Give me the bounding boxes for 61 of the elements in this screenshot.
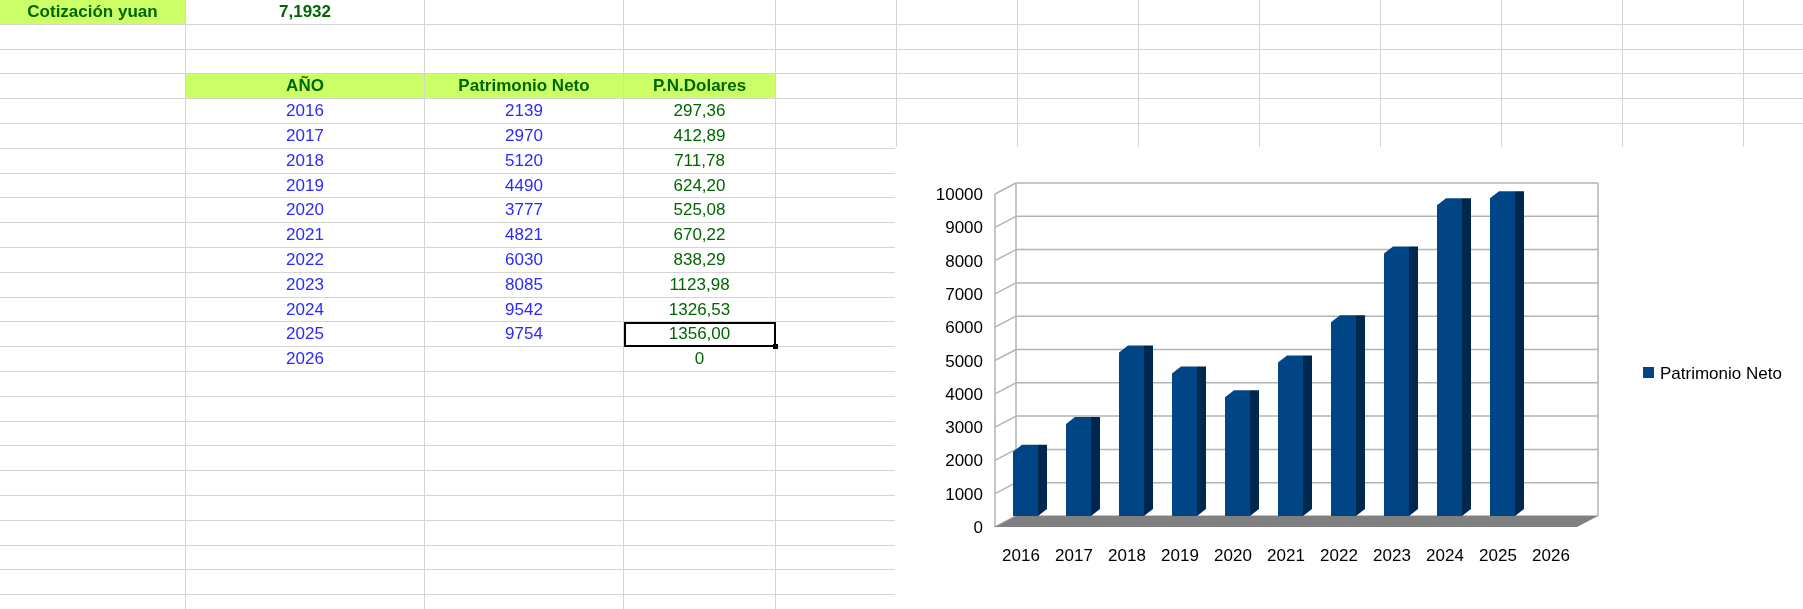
table-cell: 2022 [186, 247, 425, 273]
axis-label: 2019 [1161, 546, 1199, 565]
axis-label: 3000 [945, 418, 983, 438]
table-cell: 3777 [425, 198, 624, 224]
table-cell: 412,89 [624, 124, 776, 149]
table-cell: 2024 [186, 297, 425, 323]
table-cell: 2016 [186, 99, 425, 124]
table-cell: 6030 [425, 247, 624, 273]
table-cell: 2021 [186, 223, 425, 248]
table-cell: 9542 [425, 297, 624, 323]
axis-label: 2026 [1532, 546, 1570, 565]
table-cell: 5120 [425, 148, 624, 174]
column-header: Patrimonio Neto [425, 74, 624, 100]
axis-label: 10000 [935, 185, 983, 204]
sheet-label: Cotización yuan [0, 0, 186, 25]
table-cell: 711,78 [624, 148, 776, 174]
table-cell: 2025 [186, 322, 425, 348]
table-cell: 2970 [425, 124, 624, 149]
axis-label: 0 [973, 518, 983, 537]
column-header: AÑO [186, 74, 425, 100]
axis-label: 4000 [945, 384, 983, 404]
axis-label: 6000 [945, 318, 983, 338]
sheet-value: 7,1932 [186, 0, 425, 25]
table-cell: 2020 [186, 198, 425, 224]
table-cell: 525,08 [624, 198, 776, 224]
table-cell: 2139 [425, 99, 624, 124]
axis-label: 2018 [1108, 546, 1146, 565]
table-cell: 8085 [425, 272, 624, 298]
axis-label: 2021 [1267, 546, 1305, 565]
table-cell: 297,36 [624, 99, 776, 124]
table-cell: 4490 [425, 173, 624, 199]
table-cell: 9754 [425, 322, 624, 348]
legend-label: Patrimonio Neto [1660, 364, 1782, 383]
table-cell: 0 [624, 347, 776, 372]
table-cell: 4821 [425, 223, 624, 248]
axis-label: 2023 [1373, 546, 1411, 565]
table-cell: 1356,00 [624, 322, 776, 348]
table-cell: 1123,98 [624, 272, 776, 298]
axis-label: 7000 [945, 284, 983, 304]
axis-label: 1000 [945, 484, 983, 504]
axis-label: 5000 [945, 351, 983, 371]
axis-label: 2022 [1320, 546, 1358, 565]
table-cell: 624,20 [624, 173, 776, 199]
axis-label: 8000 [945, 251, 983, 271]
axis-label: 2020 [1214, 546, 1252, 565]
axis-label: 2016 [1002, 546, 1040, 565]
table-cell: 2019 [186, 173, 425, 199]
axis-label: 2000 [945, 451, 983, 471]
bar [1013, 444, 1047, 516]
table-cell: 838,29 [624, 247, 776, 273]
axis-label: 2024 [1426, 546, 1464, 565]
axis-label: 9000 [945, 218, 983, 238]
table-cell: 2018 [186, 148, 425, 174]
table-cell: 1326,53 [624, 297, 776, 323]
axis-label: 2017 [1055, 546, 1093, 565]
table-cell: 2023 [186, 272, 425, 298]
axis-label: 2025 [1479, 546, 1517, 565]
column-header: P.N.Dolares [624, 74, 776, 100]
table-cell: 2017 [186, 124, 425, 149]
table-cell: 2026 [186, 347, 425, 372]
table-cell: 670,22 [624, 223, 776, 248]
